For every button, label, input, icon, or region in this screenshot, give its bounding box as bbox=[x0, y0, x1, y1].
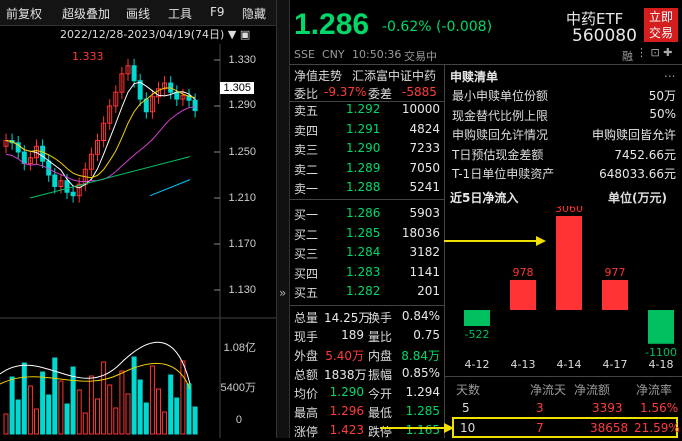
annotation-arrows bbox=[380, 236, 546, 433]
